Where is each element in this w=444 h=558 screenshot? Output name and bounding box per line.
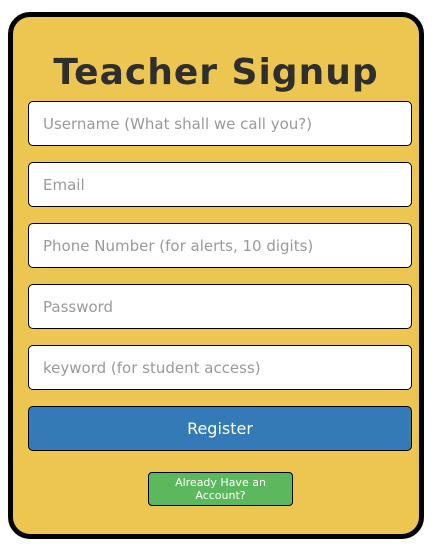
already-have-account-button[interactable]: Already Have an Account? bbox=[148, 472, 293, 506]
password-input[interactable] bbox=[28, 284, 412, 329]
email-input[interactable] bbox=[28, 162, 412, 207]
keyword-input[interactable] bbox=[28, 345, 412, 390]
register-button[interactable]: Register bbox=[28, 406, 412, 451]
signup-card: Teacher Signup Register Already Have an … bbox=[8, 12, 424, 539]
phone-input[interactable] bbox=[28, 223, 412, 268]
page-title: Teacher Signup bbox=[53, 52, 379, 93]
username-input[interactable] bbox=[28, 101, 412, 146]
